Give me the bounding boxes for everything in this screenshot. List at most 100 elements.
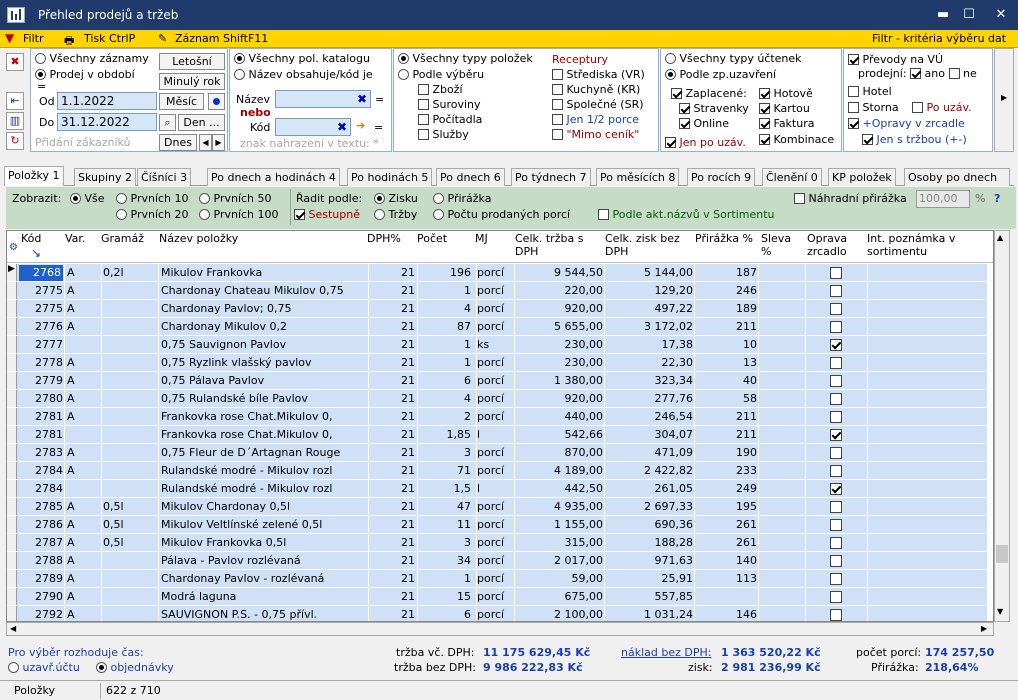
row-indicator[interactable] xyxy=(7,318,17,335)
table-row[interactable]: 2775 A Chardonay Chateau Mikulov 0,75 21 1 po… xyxy=(7,282,987,300)
mirror-fix-checkbox[interactable] xyxy=(830,447,842,459)
col-header-note[interactable]: Int. poznámka v sortimentu xyxy=(867,232,977,258)
refresh-icon[interactable]: ↻ xyxy=(6,132,24,150)
half-portion-checkbox[interactable] xyxy=(552,114,563,125)
by-selection-radio[interactable] xyxy=(398,69,409,80)
period-radio[interactable] xyxy=(35,69,46,80)
mirror-fix-checkbox[interactable] xyxy=(830,285,842,297)
mirror-fix-checkbox[interactable] xyxy=(830,465,842,477)
only-bill-checkbox[interactable] xyxy=(665,137,676,148)
invoice-checkbox[interactable] xyxy=(759,118,770,129)
row-indicator[interactable] xyxy=(7,480,17,497)
mirror-fix-checkbox[interactable] xyxy=(830,321,842,333)
row-indicator[interactable]: ▶ xyxy=(7,264,17,281)
columns-icon[interactable]: ▥ xyxy=(6,112,24,130)
raw-checkbox[interactable] xyxy=(418,99,429,110)
col-header-unit[interactable]: MJ xyxy=(475,232,511,245)
by-state-radio[interactable] xyxy=(665,69,676,80)
table-row[interactable]: 2785 A 0,5l Mikulov Chardonay 0,5l 21 47 porcí… xyxy=(7,498,987,516)
table-row[interactable]: 2789 A Chardonay Pavlov - rozlévaná 21 1 porc… xyxy=(7,570,987,588)
storno-checkbox[interactable] xyxy=(848,102,859,113)
mirror-fix-checkbox[interactable] xyxy=(830,267,842,279)
row-indicator[interactable] xyxy=(7,300,17,317)
tab-2[interactable]: Skupiny 2 xyxy=(74,168,137,186)
table-row[interactable]: 2780 A 0,75 Rulandské bíle Pavlov 21 4 porcí 9… xyxy=(7,390,987,408)
tab-10[interactable]: Členění 0 xyxy=(762,168,822,186)
mirror-fix-checkbox[interactable] xyxy=(830,555,842,567)
counters-checkbox[interactable] xyxy=(418,114,429,125)
row-indicator[interactable] xyxy=(7,498,17,515)
scroll-left-icon[interactable]: ◀ xyxy=(10,624,16,633)
horizontal-scrollbar[interactable]: ◀ ▶ xyxy=(6,622,994,636)
table-row[interactable]: 2778 A 0,75 Ryzlink vlašský pavlov 21 1 porcí… xyxy=(7,354,987,372)
row-indicator[interactable] xyxy=(7,444,17,461)
maximize-button[interactable]: ☐ xyxy=(958,5,980,25)
hotel-checkbox[interactable] xyxy=(848,86,859,97)
combo-checkbox[interactable] xyxy=(759,134,770,145)
paid-checkbox[interactable] xyxy=(671,88,682,99)
meal-checkbox[interactable] xyxy=(679,103,690,114)
row-indicator[interactable] xyxy=(7,282,17,299)
table-row[interactable]: 2775 A Chardonay Pavlov; 0,75 21 4 porcí 920,0… xyxy=(7,300,987,318)
services-checkbox[interactable] xyxy=(418,129,429,140)
table-row[interactable]: 2784 A Rulandské modré - Mikulov rozl 21 71 p… xyxy=(7,462,987,480)
card-checkbox[interactable] xyxy=(759,103,770,114)
table-row[interactable]: 2788 A Pálava - Pavlov rozlévaná 21 34 porcí 2… xyxy=(7,552,987,570)
goods-checkbox[interactable] xyxy=(418,84,429,95)
month-button[interactable]: Měsíc xyxy=(159,93,204,110)
clear-code-icon[interactable]: ✖ xyxy=(337,119,347,135)
row-indicator[interactable] xyxy=(7,588,17,605)
tab-7[interactable]: Po týdnech 7 xyxy=(511,168,591,186)
all-types-radio[interactable] xyxy=(398,53,409,64)
clear-filter-icon[interactable]: ✖ xyxy=(6,53,24,71)
fixes-checkbox[interactable] xyxy=(848,118,859,129)
table-row[interactable]: 2783 A 0,75 Fleur de D´Artagnan Rouge 21 3 po… xyxy=(7,444,987,462)
mirror-fix-checkbox[interactable] xyxy=(830,393,842,405)
first20-radio[interactable] xyxy=(116,209,127,220)
row-indicator[interactable] xyxy=(7,390,17,407)
sort-count-radio[interactable] xyxy=(433,209,444,220)
mirror-fix-checkbox[interactable] xyxy=(830,375,842,387)
table-row[interactable]: 2779 A 0,75 Pálava Pavlov 21 6 porcí 1 380,00 3… xyxy=(7,372,987,390)
alt-markup-checkbox[interactable] xyxy=(794,193,805,204)
tab-9[interactable]: Po rocích 9 xyxy=(687,168,756,186)
common-checkbox[interactable] xyxy=(552,99,563,110)
col-header-markup[interactable]: Přirážka % xyxy=(695,232,757,245)
no-checkbox[interactable] xyxy=(948,68,960,79)
last-year-button[interactable]: Minulý rok xyxy=(159,73,225,90)
mirror-fix-checkbox[interactable] xyxy=(830,501,842,513)
arrow-right-icon[interactable]: ➔ xyxy=(356,119,365,132)
mirror-fix-checkbox[interactable] xyxy=(830,483,842,495)
row-indicator[interactable] xyxy=(7,408,17,425)
dot-button[interactable] xyxy=(208,93,225,110)
col-header-revenue[interactable]: Celk. tržba s DPH xyxy=(515,232,601,258)
help-icon[interactable]: ? xyxy=(994,192,1000,205)
online-checkbox[interactable] xyxy=(679,118,690,129)
panel-scroll-right[interactable]: ▶ xyxy=(994,48,1014,152)
mirror-fix-checkbox[interactable] xyxy=(830,573,842,585)
show-all-radio[interactable] xyxy=(70,193,81,204)
close-button[interactable]: ✕ xyxy=(990,5,1012,25)
mirror-fix-checkbox[interactable] xyxy=(830,357,842,369)
print-menu[interactable]: Tisk CtrlP xyxy=(84,32,135,45)
mirror-fix-checkbox[interactable] xyxy=(830,519,842,531)
all-catalog-radio[interactable] xyxy=(234,53,245,64)
from-date-input[interactable]: 1.1.2022 xyxy=(57,92,157,110)
off-menu-checkbox[interactable] xyxy=(552,129,563,140)
mirror-fix-checkbox[interactable] xyxy=(830,609,842,621)
descending-checkbox[interactable] xyxy=(294,209,305,220)
alt-markup-input[interactable]: 100,00 xyxy=(916,190,970,208)
today-button[interactable]: Dnes xyxy=(159,134,197,151)
to-date-input[interactable]: 31.12.2022 xyxy=(57,113,157,131)
row-indicator[interactable] xyxy=(7,372,17,389)
centers-checkbox[interactable] xyxy=(552,69,563,80)
table-row[interactable]: 2792 A SAUVIGNON P.S. - 0,75 přívl. 21 6 porc… xyxy=(7,606,987,621)
col-header-profit[interactable]: Celk. zisk bez DPH xyxy=(605,232,693,258)
day-button[interactable]: Den ... xyxy=(178,114,225,131)
col-header-code[interactable]: Kód xyxy=(21,232,61,245)
with-revenue-checkbox[interactable] xyxy=(862,134,873,145)
tab-11[interactable]: KP položek xyxy=(828,168,896,186)
contains-radio[interactable] xyxy=(234,69,245,80)
closed-bill-radio[interactable] xyxy=(8,662,19,673)
col-header-mirror-fix[interactable]: Oprava zrcadlo xyxy=(807,232,865,258)
